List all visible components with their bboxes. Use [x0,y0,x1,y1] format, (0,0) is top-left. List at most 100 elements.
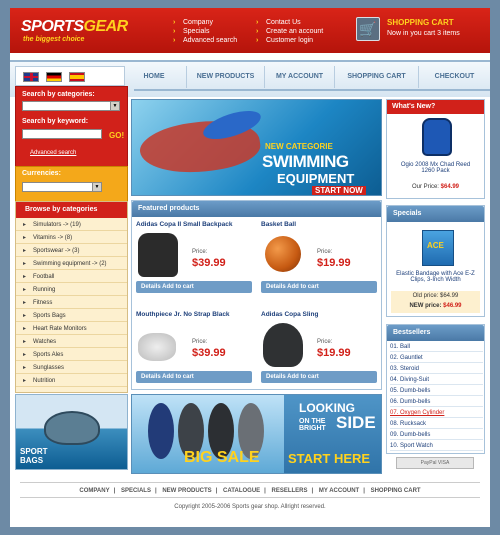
featured-title: Featured products [132,201,381,217]
swim-banner-subtitle: EQUIPMENT [277,171,355,186]
bestseller-item[interactable]: 01. Ball [390,342,483,352]
price-label: Price: [317,339,333,345]
details-add-to-cart-button[interactable]: Details Add to cart [136,371,252,383]
sport-bags-line2: BAGS [20,456,44,465]
category-item[interactable]: Sunglasses [16,362,127,374]
whats-new-product[interactable]: Ogio 2008 Mx Chad Reed 1260 Pack [387,162,484,174]
new-price-value: $46.99 [443,303,462,309]
nav-shopping-cart[interactable]: SHOPPING CART [334,66,418,88]
start-now-button[interactable]: START NOW [312,186,366,195]
flag-es-icon[interactable] [69,72,85,82]
category-item[interactable]: Watches [16,336,127,348]
bestseller-item[interactable]: 09. Dumb-bells [390,430,483,440]
price-label: Price: [192,339,208,345]
bestseller-item[interactable]: 06. Dumb-bells [390,397,483,407]
footer-nav: COMPANY | SPECIALS | NEW PRODUCTS | CATALOG… [20,482,480,498]
details-add-to-cart-button[interactable]: Details Add to cart [261,371,377,383]
bestseller-item[interactable]: 08. Rucksack [390,419,483,429]
currencies-label: Currencies: [22,170,61,177]
footer-link-shopping-cart[interactable]: SHOPPING CART [371,488,421,494]
logo[interactable]: SPORTSGEAR [21,18,128,36]
keyword-input[interactable] [22,129,102,139]
category-item[interactable]: Heart Rate Monitors [16,323,127,335]
backpack-image[interactable] [138,233,178,277]
currency-select[interactable]: ▼ [22,182,102,192]
bestseller-item[interactable]: 05. Dumb-bells [390,386,483,396]
category-item[interactable]: Football [16,271,127,283]
product-card: Adidas Copa II Small Backpack Price: $39… [132,218,254,308]
link-create-account[interactable]: Create an account [256,27,323,36]
footer-link-company[interactable]: COMPANY [79,488,109,494]
flag-uk-icon[interactable] [23,72,39,82]
nav-home[interactable]: HOME [134,66,174,88]
details-add-to-cart-button[interactable]: Details Add to cart [261,281,377,293]
go-button[interactable]: GO! [109,131,124,140]
big-sale-text: BIG SALE [184,449,260,466]
category-item[interactable]: Nutrition [16,375,127,387]
chevron-down-icon[interactable]: ▼ [110,102,119,110]
product-name[interactable]: Mouthpiece Jr. No Strap Black [136,311,230,318]
swimming-banner[interactable]: NEW CATEGORIE SWIMMING EQUIPMENT START N… [131,99,382,196]
product-name[interactable]: Adidas Copa Sling [261,311,318,318]
bestsellers-title: Bestsellers [387,325,484,341]
product-name[interactable]: Adidas Copa II Small Backpack [136,221,232,228]
footer-link-my-account[interactable]: MY ACCOUNT [319,488,359,494]
advanced-search-link[interactable]: Advanced search [30,150,76,156]
details-add-to-cart-button[interactable]: Details Add to cart [136,281,252,293]
bestsellers-box: Bestsellers 01. Ball 02. Gauntlet 03. St… [386,324,485,454]
chevron-down-icon[interactable]: ▼ [92,183,101,191]
swim-banner-title: SWIMMING [262,152,349,171]
footer-link-new-products[interactable]: NEW PRODUCTS [162,488,211,494]
bestseller-item[interactable]: 10. Sport Watch [390,441,483,451]
link-company[interactable]: Company [173,18,237,27]
featured-products: Featured products Adidas Copa II Small B… [131,200,382,390]
category-item[interactable]: Fitness [16,297,127,309]
big-sale-banner[interactable]: BIG SALE LOOKING ON THE BRIGHT SIDE START… [131,394,382,474]
footer-link-specials[interactable]: SPECIALS [121,488,151,494]
ogio-bag-image[interactable] [422,118,452,156]
start-here-button[interactable]: START HERE [288,451,370,466]
footer-link-catalogue[interactable]: CATALOGUE [223,488,260,494]
category-item[interactable]: Swimming equipment -> (2) [16,258,127,270]
flag-de-icon[interactable] [46,72,62,82]
category-item[interactable]: Sports Bags [16,310,127,322]
browse-title: Browse by categories [16,202,127,218]
footer-link-resellers[interactable]: RESELLERS [272,488,308,494]
category-item[interactable]: Simulators -> (19) [16,219,127,231]
our-price-label: Our Price: [411,184,439,190]
flipflop-image [148,403,174,459]
logo-text-b: GEAR [83,18,129,35]
specials-price-box: Old price: $64.99 NEW price: $46.99 [391,291,480,313]
whats-new-price: Our Price: $64.99 [387,184,484,190]
bestseller-item[interactable]: 04. Diving-Suit [390,375,483,385]
tagline: the biggest choice [23,36,85,43]
bestseller-item[interactable]: 07. Oxygen Cylinder [390,408,483,418]
sale-line3: SIDE [336,413,376,432]
nav-new-products[interactable]: NEW PRODUCTS [186,66,264,88]
category-item[interactable]: Sports Ales [16,349,127,361]
basketball-image[interactable] [265,236,301,272]
nav-checkout[interactable]: CHECKOUT [418,66,490,88]
nav-my-account[interactable]: MY ACCOUNT [264,66,334,88]
bestseller-item[interactable]: 03. Steroid [390,364,483,374]
cart-icon[interactable]: 🛒 [356,17,380,41]
mouthpiece-image[interactable] [138,333,176,361]
link-specials[interactable]: Specials [173,27,237,36]
link-customer-login[interactable]: Customer login [256,36,323,45]
category-item[interactable]: Running [16,284,127,296]
category-item[interactable]: Sportswear -> (3) [16,245,127,257]
link-advanced-search[interactable]: Advanced search [173,36,237,45]
sling-bag-image[interactable] [263,323,303,367]
bestseller-item[interactable]: 02. Gauntlet [390,353,483,363]
specials-product[interactable]: Elastic Bandage with Ace E-Z Clips, 3-In… [387,271,484,283]
cart-title[interactable]: SHOPPING CART [387,18,454,27]
category-select[interactable]: ▼ [22,101,120,111]
sport-bags-line1: SPORT [20,447,48,456]
category-item[interactable]: Vitamins -> (8) [16,232,127,244]
product-name[interactable]: Basket Ball [261,221,296,228]
product-price: $39.99 [192,257,226,269]
ace-bandage-image[interactable] [422,230,454,266]
nav-underline [134,89,490,91]
sport-bags-banner[interactable]: SPORT BAGS [15,394,128,470]
link-contact-us[interactable]: Contact Us [256,18,323,27]
